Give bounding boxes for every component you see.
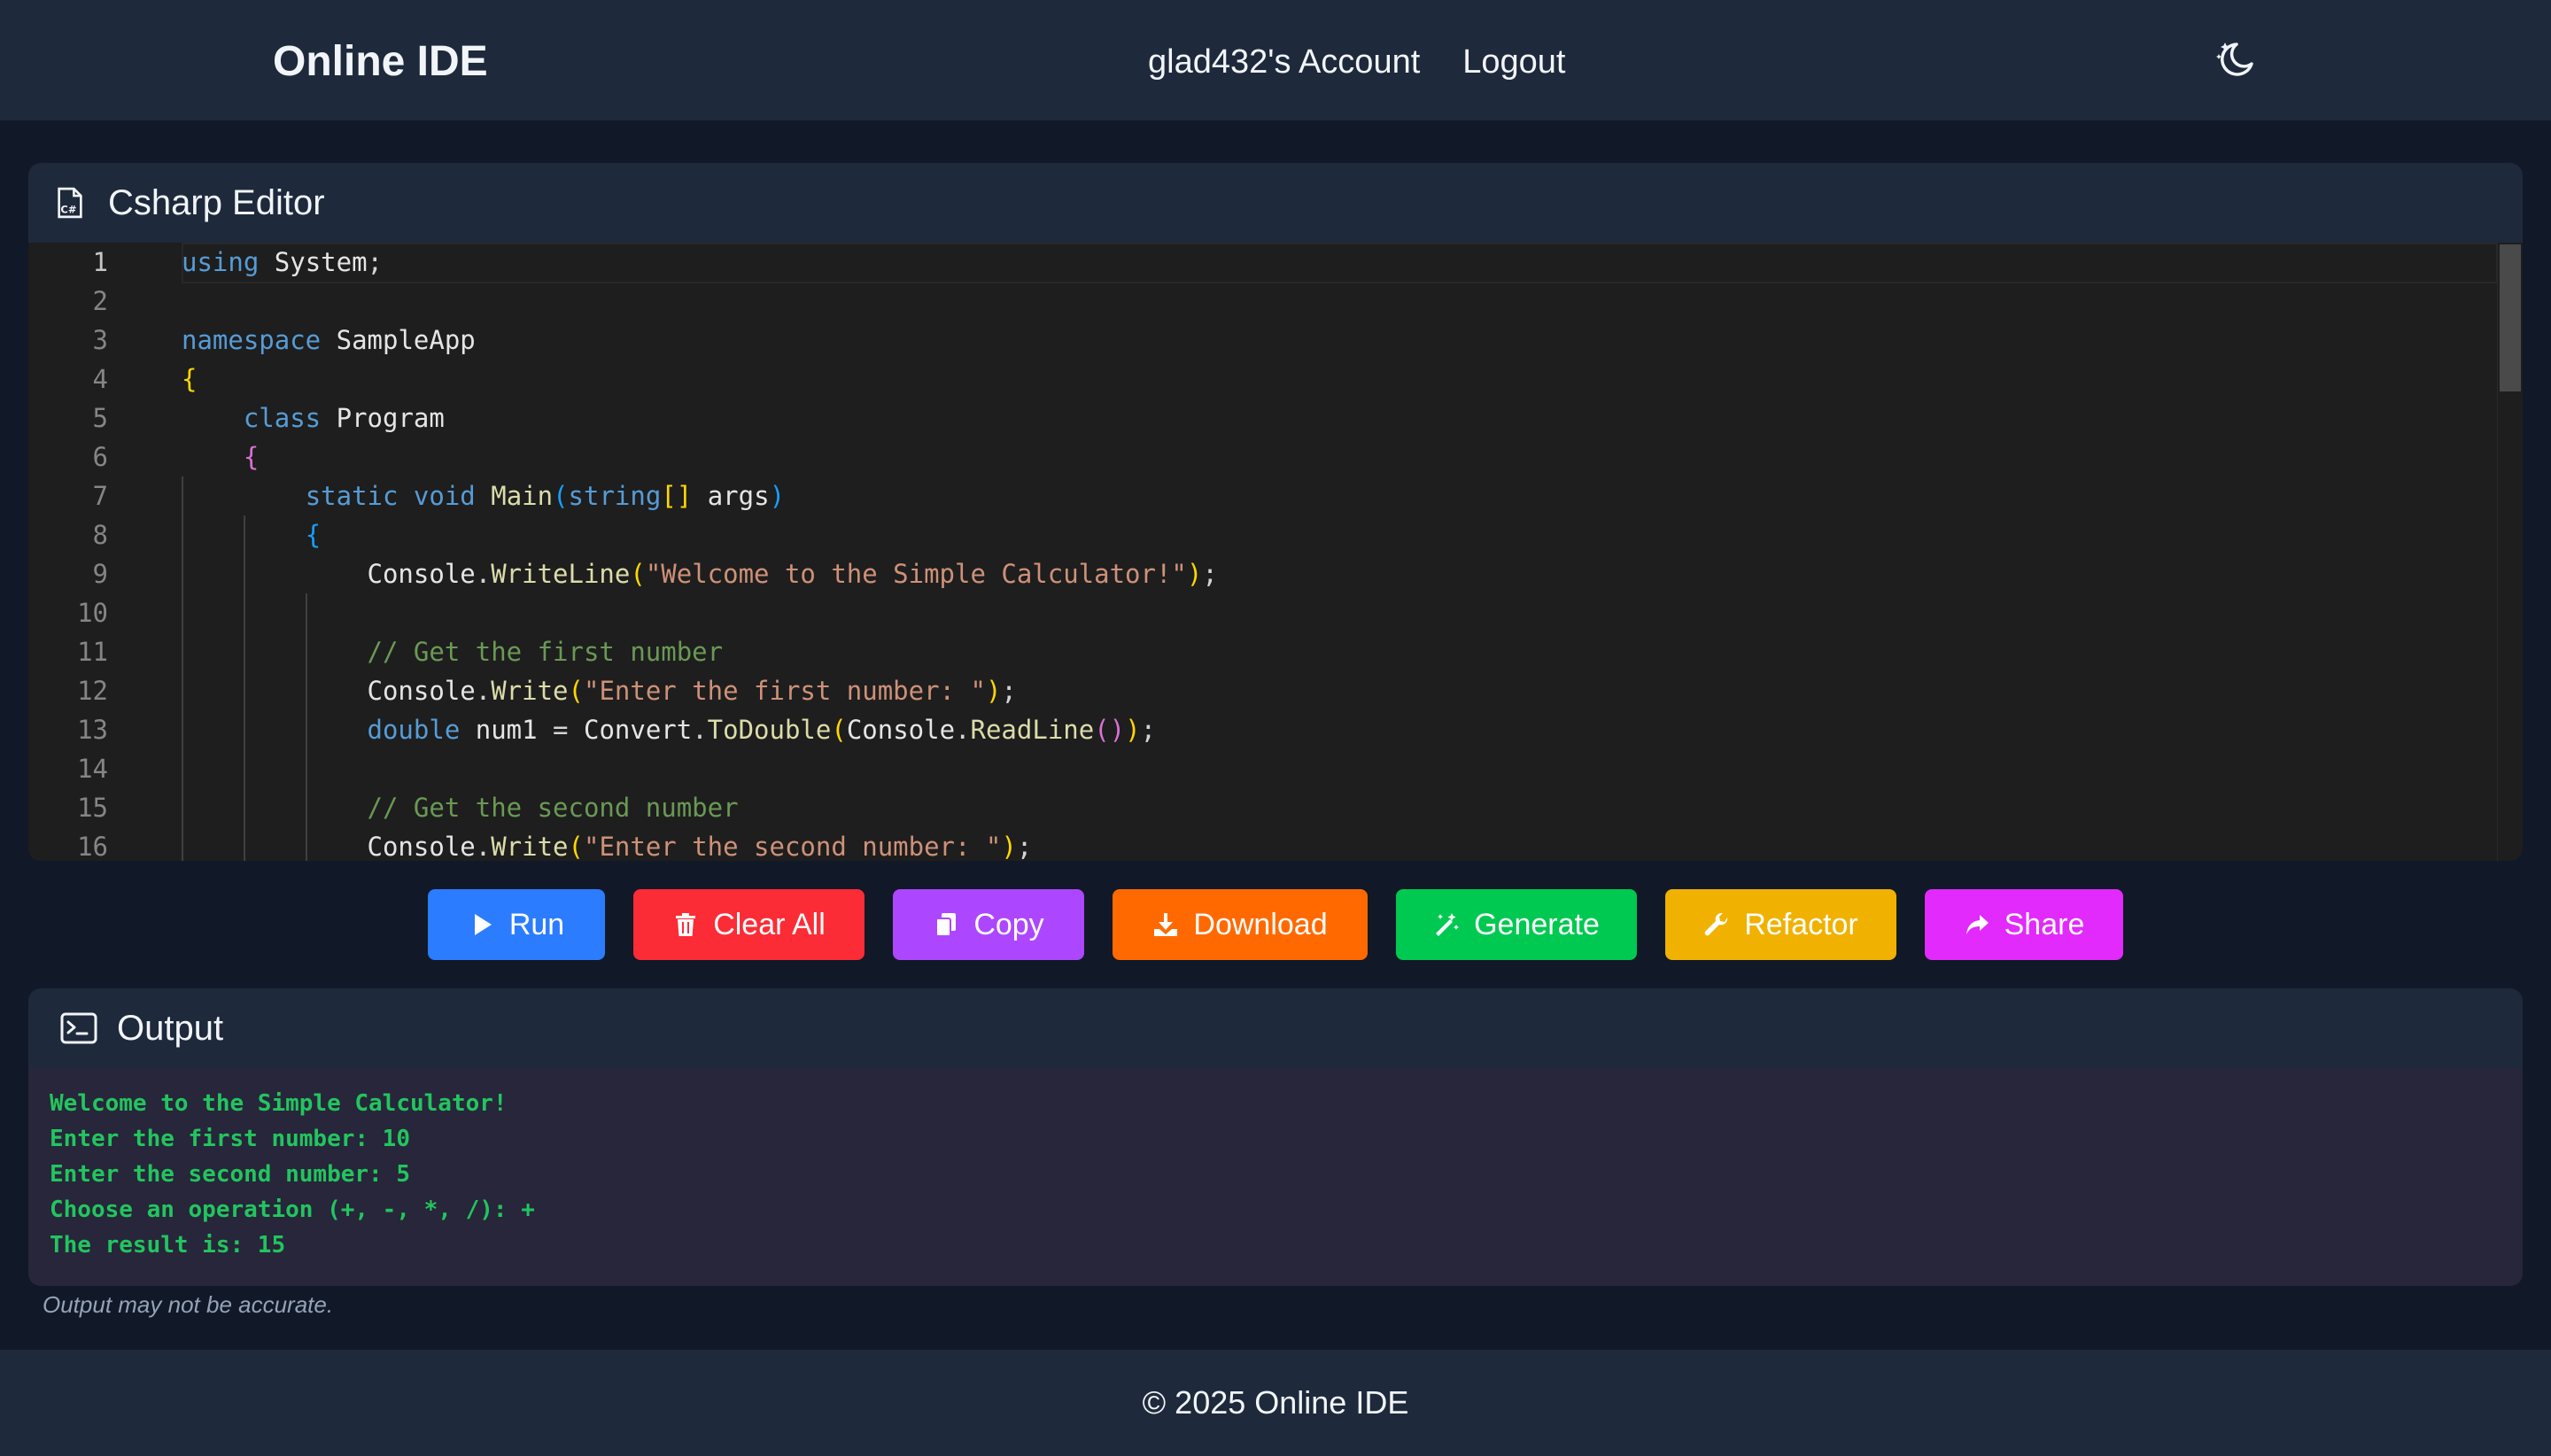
code-line[interactable]: double num1 = Convert.ToDouble(Console.R… (182, 710, 1157, 749)
action-toolbar: Run Clear All Copy Download Generate Ref… (0, 889, 2551, 960)
output-console[interactable]: Welcome to the Simple Calculator! Enter … (28, 1068, 2523, 1286)
generate-button[interactable]: Generate (1396, 889, 1637, 960)
share-label: Share (2004, 907, 2085, 941)
nav-links: glad432's Account Logout (1148, 34, 1566, 90)
line-number: 8 (92, 520, 108, 550)
download-label: Download (1193, 907, 1328, 941)
footer: © 2025 Online IDE (0, 1350, 2551, 1456)
code-lines[interactable]: using System; namespace SampleApp{ class … (182, 243, 2498, 861)
code-line[interactable]: using System; (182, 243, 383, 282)
line-number: 7 (92, 481, 108, 511)
code-editor[interactable]: 1 2 3 4 5 6 7 8 9 10 11 12 13 14 15 16 u… (28, 243, 2523, 861)
editor-scrollbar[interactable] (2497, 243, 2523, 861)
output-title: Output (117, 1008, 224, 1048)
copy-label: Copy (973, 907, 1044, 941)
line-number: 3 (92, 325, 108, 355)
share-arrow-icon (1966, 915, 1989, 934)
scrollbar-thumb[interactable] (2500, 244, 2521, 391)
line-number: 13 (77, 715, 108, 745)
output-header: Output (28, 988, 2523, 1068)
line-number: 14 (77, 754, 108, 784)
editor-title: Csharp Editor (108, 182, 325, 222)
output-line: The result is: 15 (50, 1232, 286, 1259)
download-icon (1154, 913, 1178, 936)
code-line[interactable]: static void Main(string[] args) (182, 476, 785, 515)
output-line: Enter the second number: 5 (50, 1161, 410, 1188)
code-line[interactable]: { (182, 438, 259, 476)
output-panel: Output Welcome to the Simple Calculator!… (28, 988, 2523, 1286)
refactor-label: Refactor (1744, 907, 1858, 941)
line-number: 15 (77, 793, 108, 823)
line-number: 2 (92, 286, 108, 316)
top-navbar: Online IDE glad432's Account Logout (0, 0, 2551, 120)
brand-title[interactable]: Online IDE (273, 34, 488, 90)
line-number: 9 (92, 559, 108, 589)
code-line[interactable]: { (182, 515, 321, 554)
line-number: 10 (77, 598, 108, 628)
play-icon (474, 914, 492, 935)
logout-link[interactable]: Logout (1462, 43, 1565, 81)
editor-header: C# Csharp Editor (28, 163, 2523, 243)
code-line[interactable]: // Get the second number (182, 788, 739, 827)
line-number: 11 (77, 637, 108, 667)
trash-icon (676, 913, 696, 936)
clear-all-label: Clear All (713, 907, 826, 941)
refactor-button[interactable]: Refactor (1665, 889, 1896, 960)
code-line[interactable]: namespace SampleApp (182, 321, 476, 360)
wrench-icon (1704, 912, 1728, 936)
account-link[interactable]: glad432's Account (1148, 43, 1420, 81)
line-number: 12 (77, 676, 108, 706)
code-line[interactable]: { (182, 360, 197, 399)
magic-wand-icon (1436, 913, 1460, 936)
line-number: 6 (92, 442, 108, 472)
code-line[interactable]: Console.Write("Enter the first number: "… (182, 671, 1017, 710)
output-disclaimer: Output may not be accurate. (43, 1291, 334, 1318)
line-number: 4 (92, 364, 108, 394)
generate-label: Generate (1474, 907, 1600, 941)
output-line: Choose an operation (+, -, *, /): + (50, 1197, 535, 1223)
code-line[interactable]: Console.Write("Enter the second number: … (182, 827, 1033, 861)
copy-button[interactable]: Copy (893, 889, 1084, 960)
line-number: 16 (77, 832, 108, 861)
download-button[interactable]: Download (1113, 889, 1368, 960)
run-button[interactable]: Run (428, 889, 605, 960)
footer-copyright: © 2025 Online IDE (1142, 1384, 1409, 1421)
current-line-highlight (182, 243, 2498, 283)
line-number: 1 (92, 247, 108, 277)
moon-stars-icon[interactable] (2213, 37, 2257, 81)
line-number-gutter: 1 2 3 4 5 6 7 8 9 10 11 12 13 14 15 16 (28, 243, 152, 861)
run-label: Run (508, 907, 565, 941)
code-line[interactable]: Console.WriteLine("Welcome to the Simple… (182, 554, 1218, 593)
code-line[interactable]: class Program (182, 399, 445, 438)
terminal-icon (60, 1010, 97, 1047)
clear-all-button[interactable]: Clear All (633, 889, 865, 960)
csharp-file-icon: C# (51, 184, 89, 221)
copy-icon (935, 913, 957, 937)
code-line[interactable]: // Get the first number (182, 632, 724, 671)
svg-text:C#: C# (60, 203, 76, 215)
editor-panel: C# Csharp Editor 1 2 3 4 5 6 7 8 9 10 11… (28, 163, 2523, 861)
output-line: Enter the first number: 10 (50, 1126, 410, 1152)
output-line: Welcome to the Simple Calculator! (50, 1090, 508, 1117)
line-number: 5 (92, 403, 108, 433)
share-button[interactable]: Share (1925, 889, 2123, 960)
